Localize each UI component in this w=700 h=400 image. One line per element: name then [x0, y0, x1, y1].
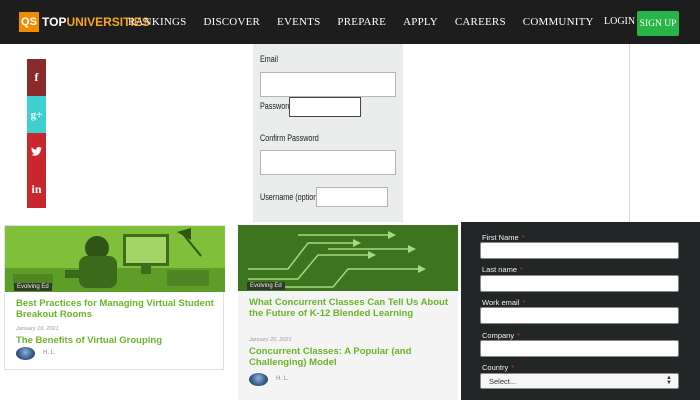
country-select-value: Select...	[489, 376, 517, 386]
facebook-icon[interactable]: f	[27, 59, 46, 96]
username-field[interactable]	[316, 187, 388, 207]
nav-discover[interactable]: DISCOVER	[203, 16, 260, 28]
nav-apply[interactable]: APPLY	[403, 16, 438, 28]
category-tag[interactable]: Evolving Ed	[247, 282, 285, 290]
registration-form: Email Password Confirm Password Username…	[253, 44, 403, 222]
linkedin-icon[interactable]: in	[27, 170, 46, 208]
last-name-label: Last name *	[482, 265, 523, 274]
author-avatar	[249, 373, 268, 386]
article-subtitle[interactable]: Concurrent Classes: A Popular (and Chall…	[249, 346, 449, 368]
company-label: Company *	[482, 331, 521, 340]
nav-rankings[interactable]: RANKINGS	[128, 16, 186, 28]
category-tag[interactable]: Evolving Ed	[14, 283, 52, 291]
content-divider	[629, 44, 630, 222]
work-email-label: Work email *	[482, 298, 526, 307]
company-field[interactable]	[480, 340, 679, 357]
lead-capture-form: First Name * Last name * Work email * Compa…	[461, 222, 700, 400]
google-plus-icon[interactable]: g+	[27, 96, 46, 133]
nav-events[interactable]: EVENTS	[277, 16, 320, 28]
nav-prepare[interactable]: PREPARE	[337, 16, 386, 28]
signup-button[interactable]: SIGN UP	[637, 11, 679, 36]
article-title[interactable]: Best Practices for Managing Virtual Stud…	[16, 298, 216, 320]
author-name: H. L.	[43, 350, 56, 356]
article-title[interactable]: What Concurrent Classes Can Tell Us Abou…	[249, 297, 449, 319]
article-subtitle[interactable]: The Benefits of Virtual Grouping	[16, 335, 216, 346]
article-date: January 20, 2021	[249, 337, 292, 343]
main-menu: RANKINGS DISCOVER EVENTS PREPARE APPLY C…	[128, 0, 611, 44]
last-name-field[interactable]	[480, 275, 679, 292]
work-email-field[interactable]	[480, 307, 679, 324]
email-label: Email	[260, 54, 279, 64]
first-name-label: First Name *	[482, 233, 525, 242]
select-arrows-icon: ▲ ▼	[666, 375, 672, 386]
confirm-password-label: Confirm Password	[260, 133, 319, 143]
confirm-password-field[interactable]	[260, 150, 396, 175]
first-name-field[interactable]	[480, 242, 679, 259]
article-card[interactable]: Evolving Ed What Concurrent Classes Can …	[238, 225, 458, 400]
twitter-icon[interactable]	[27, 133, 46, 170]
password-field[interactable]	[289, 97, 361, 117]
login-link[interactable]: LOGIN	[604, 16, 635, 27]
author-name: H. L.	[276, 376, 289, 382]
article-date: January 19, 2021	[16, 326, 59, 332]
email-field[interactable]	[260, 72, 396, 97]
nav-community[interactable]: COMMUNITY	[523, 16, 594, 28]
country-select[interactable]: Select... ▲ ▼	[480, 373, 679, 389]
twitter-bird-glyph	[31, 147, 42, 156]
logo-badge: QS	[19, 12, 39, 32]
country-label: Country *	[482, 363, 515, 372]
logo-word-top: TOP	[42, 15, 67, 29]
nav-careers[interactable]: CAREERS	[455, 16, 506, 28]
author-avatar	[16, 347, 35, 360]
article-card[interactable]: Evolving Ed Best Practices for Managing …	[4, 225, 225, 370]
top-navigation-bar: QS TOPUNIVERSITIES RANKINGS DISCOVER EVE…	[0, 0, 700, 44]
password-label: Password	[260, 101, 292, 111]
social-share-bar: f g+ in	[27, 59, 46, 208]
